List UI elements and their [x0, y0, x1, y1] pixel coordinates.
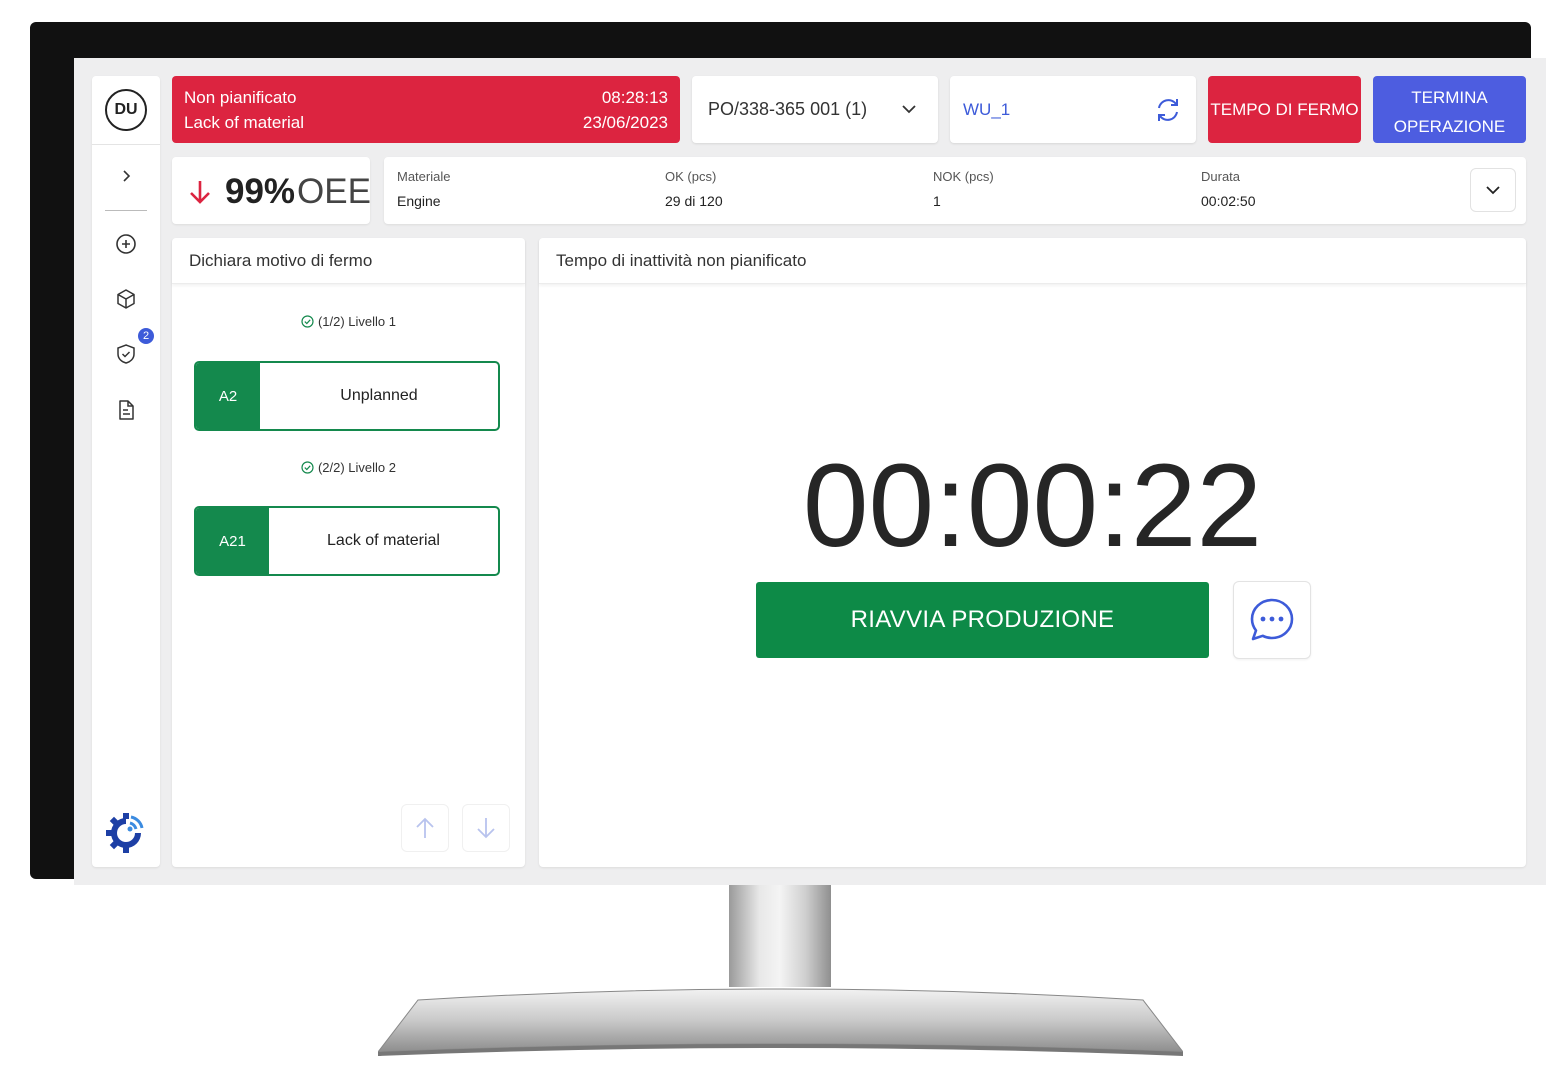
expand-info-button[interactable]: [1470, 168, 1516, 212]
duration-info: Durata 00:02:50: [1201, 169, 1256, 209]
expand-sidebar-icon[interactable]: [114, 164, 138, 188]
downtime-button[interactable]: TEMPO DI FERMO: [1208, 76, 1361, 143]
nok-info: NOK (pcs) 1: [933, 169, 994, 209]
chat-bubble-icon: [1250, 598, 1294, 641]
downtime-reason-panel: Dichiara motivo di fermo (1/2) Livello 1…: [172, 238, 525, 867]
nok-value: 1: [933, 193, 941, 209]
oee-indicator: 99% OEE: [172, 157, 371, 224]
sidebar-divider: [92, 144, 160, 145]
arrow-up-icon: [416, 817, 434, 838]
check-circle-icon: [301, 461, 314, 477]
reason-item-level-2[interactable]: A21 Lack of material: [194, 506, 500, 576]
duration-value: 00:02:50: [1201, 193, 1256, 209]
reason-panel-title: Dichiara motivo di fermo: [172, 238, 525, 284]
ok-label: OK (pcs): [665, 169, 717, 184]
notification-badge: 2: [138, 328, 154, 344]
sidebar-separator: [105, 210, 147, 211]
production-order-select[interactable]: PO/338-365 001 (1): [692, 76, 938, 143]
arrow-down-icon: [477, 818, 495, 839]
material-info: Materiale Engine: [397, 169, 450, 209]
check-circle-icon: [301, 315, 314, 331]
level-1-label: (1/2) Livello 1: [172, 314, 525, 331]
work-unit-field[interactable]: WU_1: [950, 76, 1196, 143]
timer-panel-title: Tempo di inattività non pianificato: [539, 238, 1526, 284]
comment-button[interactable]: [1233, 581, 1311, 659]
scroll-up-button[interactable]: [401, 804, 449, 852]
downtime-type: Non pianificato: [184, 88, 297, 107]
reason-code: A21: [196, 508, 269, 574]
restart-production-button[interactable]: RIAVVIA PRODUZIONE: [756, 582, 1209, 658]
app-logo-icon: [103, 810, 149, 856]
downtime-reason: Lack of material: [184, 113, 304, 132]
user-avatar[interactable]: DU: [105, 89, 147, 131]
arrow-down-icon: [188, 179, 212, 210]
level-2-text: (2/2) Livello 2: [317, 460, 397, 475]
operation-info-bar: Materiale Engine OK (pcs) 29 di 120 NOK …: [384, 157, 1526, 224]
downtime-status-banner: Non pianificato Lack of material 08:28:1…: [172, 76, 680, 143]
nok-label: NOK (pcs): [933, 169, 994, 184]
oee-label: OEE: [297, 172, 371, 211]
end-operation-label-2: OPERAZIONE: [1393, 116, 1506, 136]
end-operation-button[interactable]: TERMINA OPERAZIONE: [1373, 76, 1526, 143]
monitor-stand-neck: [729, 879, 831, 987]
chevron-down-icon: [1486, 186, 1500, 195]
reason-code: A2: [196, 363, 260, 429]
shield-check-icon[interactable]: [114, 342, 138, 366]
oee-value: 99%: [225, 172, 296, 211]
app-screen: DU 2 Non pianificato Lack of material 08…: [74, 58, 1546, 885]
level-2-label: (2/2) Livello 2: [172, 460, 525, 477]
monitor-stand-base: [378, 988, 1183, 1056]
cube-icon[interactable]: [114, 287, 138, 311]
document-icon[interactable]: [114, 398, 138, 422]
sidebar: DU 2: [92, 76, 160, 867]
chevron-down-icon: [900, 100, 918, 123]
downtime-date: 23/06/2023: [582, 113, 668, 132]
production-order-value: PO/338-365 001 (1): [708, 99, 868, 119]
level-1-text: (1/2) Livello 1: [317, 314, 397, 329]
end-operation-label-1: TERMINA: [1411, 87, 1488, 107]
reason-name: Unplanned: [340, 387, 418, 404]
scroll-down-button[interactable]: [462, 804, 510, 852]
reason-item-level-1[interactable]: A2 Unplanned: [194, 361, 500, 431]
material-label: Materiale: [397, 169, 451, 184]
add-circle-icon[interactable]: [114, 232, 138, 256]
work-unit-value: WU_1: [963, 100, 1011, 119]
duration-label: Durata: [1201, 169, 1241, 184]
ok-value: 29 di 120: [665, 193, 723, 209]
downtime-time: 08:28:13: [601, 88, 668, 107]
downtime-timer-panel: Tempo di inattività non pianificato 00:0…: [539, 238, 1526, 867]
refresh-icon[interactable]: [1153, 95, 1183, 130]
material-value: Engine: [397, 193, 441, 209]
ok-info: OK (pcs) 29 di 120: [665, 169, 723, 209]
downtime-timer: 00:00:22: [802, 440, 1263, 572]
reason-name: Lack of material: [327, 532, 440, 549]
